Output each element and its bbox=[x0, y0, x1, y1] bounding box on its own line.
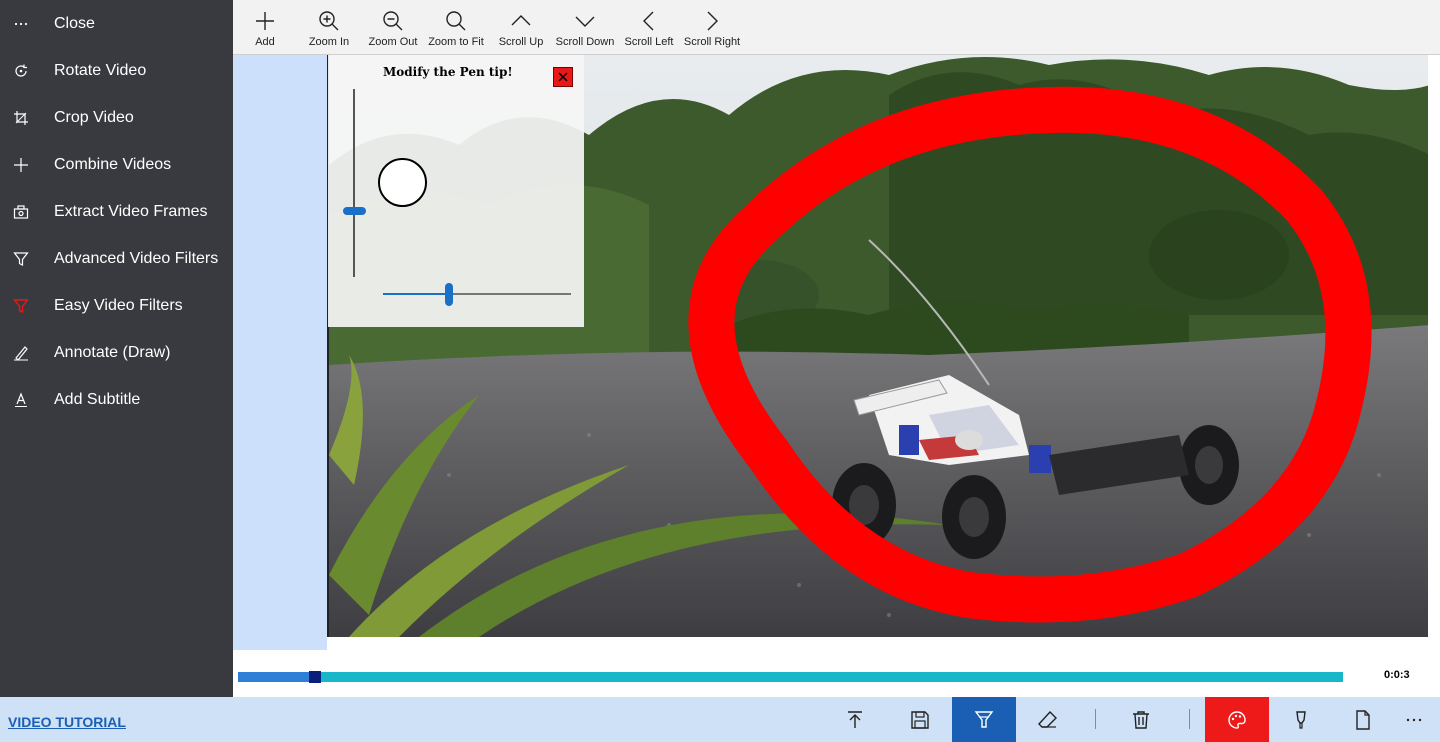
scroll-up-button-label: Scroll Up bbox=[498, 36, 544, 48]
scroll-left-button[interactable]: Scroll Left bbox=[622, 0, 676, 54]
timeline-played bbox=[238, 672, 316, 682]
chevron-down-icon bbox=[575, 16, 595, 27]
close-icon bbox=[558, 72, 568, 82]
save-icon bbox=[911, 710, 929, 729]
time-readout: 0:0:3 bbox=[1384, 669, 1410, 681]
trash-icon bbox=[1133, 710, 1149, 729]
scroll-down-button[interactable]: Scroll Down bbox=[553, 0, 617, 54]
pen-tool-button[interactable] bbox=[952, 697, 1016, 742]
sidebar-item-label: Easy Video Filters bbox=[54, 296, 183, 314]
pen-opacity-slider-fill bbox=[383, 293, 449, 295]
highlighter-icon bbox=[1296, 710, 1306, 729]
zoom-to-fit-button[interactable]: Zoom to Fit bbox=[426, 0, 486, 54]
pen-tip-dialog: Modify the Pen tip! bbox=[328, 55, 584, 327]
scroll-up-button[interactable]: Scroll Up bbox=[495, 0, 547, 54]
new-page-icon bbox=[1356, 709, 1370, 730]
pen-color-button[interactable] bbox=[1205, 697, 1269, 742]
more-icon bbox=[12, 15, 30, 33]
sidebar-item-annotate-draw[interactable]: Annotate (Draw) bbox=[0, 329, 233, 376]
sidebar-item-close[interactable]: Close bbox=[0, 0, 233, 47]
pen-tool-icon bbox=[974, 710, 994, 728]
scroll-right-button-label: Scroll Right bbox=[683, 36, 741, 48]
upload-button[interactable] bbox=[823, 697, 887, 742]
sidebar-item-label: Close bbox=[54, 14, 95, 32]
pen-size-slider-thumb[interactable] bbox=[343, 207, 366, 216]
eraser-button[interactable] bbox=[1016, 697, 1080, 742]
sidebar-item-label: Extract Video Frames bbox=[54, 202, 208, 220]
sidebar-item-easy-video-filters[interactable]: Easy Video Filters bbox=[0, 282, 233, 329]
more-icon bbox=[1406, 718, 1422, 721]
sidebar-item-advanced-video-filters[interactable]: Advanced Video Filters bbox=[0, 235, 233, 282]
filter-icon bbox=[12, 250, 30, 268]
extract-frames-icon bbox=[12, 203, 30, 221]
subtitle-icon bbox=[12, 391, 30, 409]
chevron-right-icon bbox=[707, 11, 718, 31]
chevron-left-icon bbox=[643, 11, 654, 31]
pen-draw-icon bbox=[12, 344, 30, 362]
separator bbox=[1095, 709, 1096, 729]
bottom-command-bar: VIDEO TUTORIAL bbox=[0, 697, 1440, 742]
add-button[interactable]: Add bbox=[245, 0, 285, 54]
scroll-right-button[interactable]: Scroll Right bbox=[683, 0, 741, 54]
zoom-out-icon bbox=[383, 11, 403, 31]
sidebar-item-combine-videos[interactable]: Combine Videos bbox=[0, 141, 233, 188]
palette-icon bbox=[1228, 710, 1246, 729]
eraser-icon bbox=[1038, 710, 1057, 728]
sidebar-item-add-subtitle[interactable]: Add Subtitle bbox=[0, 376, 233, 423]
sidebar-item-extract-video-frames[interactable]: Extract Video Frames bbox=[0, 188, 233, 235]
sidebar-item-label: Add Subtitle bbox=[54, 390, 141, 408]
pen-size-slider-track[interactable] bbox=[353, 89, 355, 277]
pen-opacity-slider-thumb[interactable] bbox=[444, 283, 453, 306]
timeline-slider[interactable] bbox=[238, 671, 1343, 683]
zoom-in-icon bbox=[319, 11, 339, 31]
timeline-thumb[interactable] bbox=[309, 671, 322, 683]
upload-icon bbox=[848, 710, 862, 728]
zoom-out-button[interactable]: Zoom Out bbox=[365, 0, 421, 54]
scroll-down-button-label: Scroll Down bbox=[555, 36, 615, 48]
sidebar-item-label: Advanced Video Filters bbox=[54, 249, 219, 267]
canvas-area: Modify the Pen tip! bbox=[233, 55, 1440, 652]
save-button[interactable] bbox=[888, 697, 952, 742]
video-tutorial-link[interactable]: VIDEO TUTORIAL bbox=[8, 714, 126, 730]
pen-tip-preview bbox=[378, 158, 427, 207]
sidebar: Close Rotate Video Crop Video Combine Vi… bbox=[0, 0, 233, 697]
canvas-margin bbox=[233, 55, 327, 650]
delete-button[interactable] bbox=[1109, 697, 1173, 742]
zoom-fit-icon bbox=[446, 11, 466, 31]
sidebar-item-label: Annotate (Draw) bbox=[54, 343, 171, 361]
sidebar-item-rotate-video[interactable]: Rotate Video bbox=[0, 47, 233, 94]
pen-tip-dialog-title: Modify the Pen tip! bbox=[383, 65, 513, 79]
zoom-out-button-label: Zoom Out bbox=[368, 36, 418, 48]
toolbar: Add Zoom In Zoom Out Zoom to Fit Scroll … bbox=[233, 0, 1440, 55]
zoom-to-fit-button-label: Zoom to Fit bbox=[428, 36, 484, 48]
separator bbox=[1189, 709, 1190, 729]
rotate-icon bbox=[12, 62, 30, 80]
close-button[interactable] bbox=[553, 67, 573, 87]
plus-icon bbox=[256, 12, 274, 30]
highlighter-button[interactable] bbox=[1269, 697, 1333, 742]
sidebar-item-label: Crop Video bbox=[54, 108, 134, 126]
chevron-up-icon bbox=[511, 15, 531, 26]
filter-red-icon bbox=[12, 297, 30, 315]
zoom-in-button-label: Zoom In bbox=[308, 36, 350, 48]
sidebar-item-label: Rotate Video bbox=[54, 61, 147, 79]
sidebar-item-crop-video[interactable]: Crop Video bbox=[0, 94, 233, 141]
sidebar-item-label: Combine Videos bbox=[54, 155, 172, 173]
add-button-label: Add bbox=[255, 36, 275, 48]
plus-icon bbox=[12, 156, 30, 174]
more-options-button[interactable] bbox=[1388, 697, 1440, 742]
new-page-button[interactable] bbox=[1331, 697, 1395, 742]
zoom-in-button[interactable]: Zoom In bbox=[303, 0, 355, 54]
scroll-left-button-label: Scroll Left bbox=[624, 36, 674, 48]
crop-icon bbox=[12, 109, 30, 127]
